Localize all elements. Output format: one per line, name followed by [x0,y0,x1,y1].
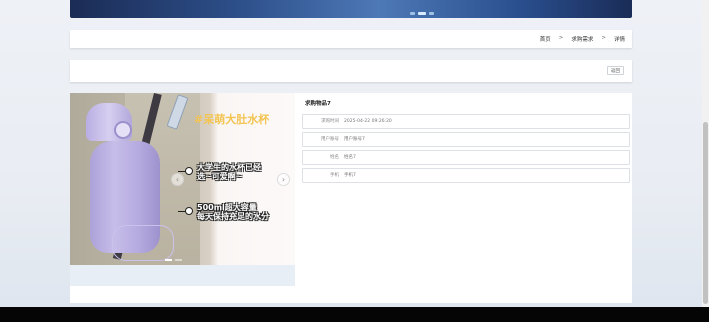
image-headline: #呆萌大肚水杯 [194,113,270,126]
scrollbar-thumb[interactable] [703,122,708,304]
info-area: 求购物品7 [302,99,629,107]
field-row-account: 用户账号 用户账号7 [302,132,630,147]
breadcrumb-current: 详情 [613,37,625,43]
field-row-time: 求购时间 2025-04-22 09:26:20 [302,114,630,129]
breadcrumb-section[interactable]: 求购需求 [571,35,593,43]
page-scrollbar[interactable] [702,0,709,307]
field-label: 姓名 [330,155,339,160]
feature-2-line-1: 500ml超大容量 [197,203,257,212]
chevron-right-icon[interactable]: › [277,173,290,186]
carousel-dot-active[interactable] [165,259,172,261]
bottle-body: ★ [90,141,174,261]
carousel-dot[interactable] [175,259,182,261]
field-value: 手机7 [344,173,356,178]
breadcrumb-bar: 首页 > 求购需求 > 详情 [70,30,632,48]
image-area: ★ #呆萌大肚水杯 大学生的水杯已经 选~可爱啊~ 500ml超大容量 每天保持… [70,93,295,286]
banner-indicators[interactable] [410,12,434,15]
bottle-cap [86,103,132,141]
feature-1-line-2: 选~可爱啊~ [197,172,243,181]
feature-text-2: 500ml超大容量 每天保持充足的水分 [197,203,269,221]
field-label: 用户账号 [321,137,339,142]
breadcrumb: 首页 > 求购需求 > 详情 [540,35,625,43]
breadcrumb-home[interactable]: 首页 [540,35,551,43]
banner-indicator[interactable] [429,12,434,15]
feature-2-line-2: 每天保持充足的水分 [197,212,269,221]
bottle-dial [114,121,132,139]
field-row-name: 姓名 姓名7 [302,150,630,165]
taskbar [0,307,709,322]
field-value: 用户账号7 [344,137,365,142]
action-bar: 返回 [70,60,632,82]
field-label: 求购时间 [321,119,339,124]
field-value: 2025-04-22 09:26:20 [344,119,392,124]
banner-carousel[interactable] [70,0,632,18]
carousel-indicator[interactable] [165,259,182,261]
banner-indicator[interactable] [410,12,415,15]
banner-indicator-active[interactable] [418,12,426,15]
bottle-band [112,225,174,261]
detail-card: ★ #呆萌大肚水杯 大学生的水杯已经 选~可爱啊~ 500ml超大容量 每天保持… [70,93,632,303]
callout-bullet [185,207,193,215]
breadcrumb-separator: > [558,35,564,41]
field-label: 手机 [330,173,339,178]
back-button[interactable]: 返回 [607,66,624,75]
field-value: 姓名7 [344,155,356,160]
feature-1-line-1: 大学生的水杯已经 [197,163,261,172]
chevron-left-icon[interactable]: ‹ [171,173,184,186]
product-image: ★ #呆萌大肚水杯 大学生的水杯已经 选~可爱啊~ 500ml超大容量 每天保持… [70,93,295,265]
callout-bullet [185,167,193,175]
feature-text-1: 大学生的水杯已经 选~可爱啊~ [197,163,261,181]
item-title: 求购物品7 [305,101,331,107]
field-row-phone: 手机 手机7 [302,168,630,183]
breadcrumb-separator: > [601,35,606,41]
